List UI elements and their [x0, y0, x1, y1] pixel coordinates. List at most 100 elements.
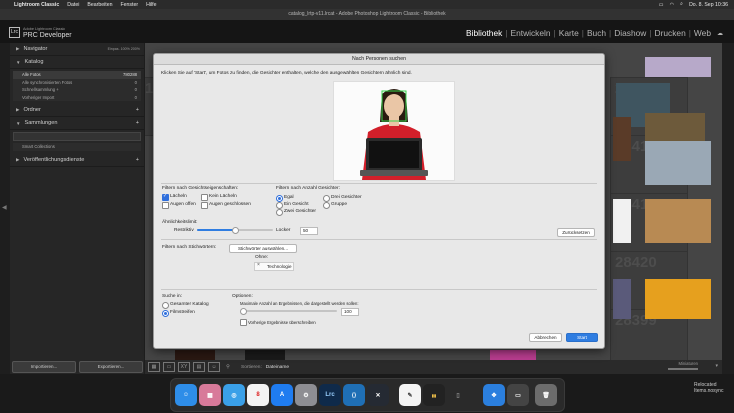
max-results-slider-track[interactable] [241, 310, 337, 312]
catalog-item-all-photos[interactable]: Alle Fotos 780288 [13, 71, 141, 79]
checkbox-smiling[interactable] [162, 193, 169, 201]
people-view-icon[interactable]: ☺ [208, 362, 220, 372]
catalog-item-label: Vorheriger Import [22, 94, 55, 100]
module-bibliothek[interactable]: Bibliothek [463, 28, 505, 38]
max-results-field[interactable]: 100 [341, 308, 359, 316]
cell-number: 28420 [615, 254, 657, 271]
radio-any[interactable] [276, 195, 283, 202]
radio-group[interactable] [323, 202, 330, 209]
collection-item-smart[interactable]: Smart Collections [13, 143, 141, 151]
app-store-icon[interactable]: A [271, 384, 293, 406]
cpu-monitor-icon[interactable]: ▮▮ [423, 384, 445, 406]
downloads-folder-icon[interactable]: ✥ [483, 384, 505, 406]
grid-view-icon[interactable]: ▦ [148, 362, 160, 372]
thumbnail-image[interactable] [613, 279, 631, 319]
collection-filter-input[interactable] [13, 132, 141, 142]
radio-one-face[interactable] [276, 202, 283, 209]
battery-icon[interactable]: ▭ [659, 2, 664, 8]
module-drucken[interactable]: Drucken [652, 28, 689, 38]
menu-item-datei[interactable]: Datei [67, 2, 79, 8]
module-entwickeln[interactable]: Entwickeln [508, 28, 554, 38]
wifi-icon[interactable]: ◠ [670, 2, 675, 8]
desktop-file-label[interactable]: Relocated Items.nosync [694, 382, 723, 394]
catalog-item-synced[interactable]: Alle synchronisierten Fotos 0 [13, 78, 141, 87]
screenshots-stack-icon[interactable]: ▭ [507, 384, 529, 406]
start-button[interactable]: Start [566, 333, 598, 342]
collections-header[interactable]: ▼ Sammlungen + [10, 117, 144, 131]
thumbnail-image[interactable] [490, 350, 536, 360]
survey-view-icon[interactable]: ▤ [193, 362, 205, 372]
thumbnail-image[interactable] [175, 350, 215, 360]
menu-item-bearbeiten[interactable]: Bearbeiten [87, 2, 112, 8]
menu-item-fenster[interactable]: Fenster [120, 2, 138, 8]
thumbnail-image[interactable] [613, 199, 631, 243]
radio-filmstrip[interactable] [162, 310, 169, 317]
checkbox-eyes-open[interactable] [162, 202, 169, 209]
vscode-icon[interactable]: ⟨⟩ [343, 384, 365, 406]
add-folder-icon[interactable]: + [136, 107, 139, 113]
add-collection-icon[interactable]: + [136, 120, 139, 126]
strict-label: Restriktiv [174, 228, 194, 233]
checkbox-not-smiling[interactable] [201, 194, 208, 201]
calendar-icon[interactable]: 8 [247, 384, 269, 406]
radio-two-faces[interactable] [276, 209, 283, 216]
import-button[interactable]: Importieren... [12, 361, 76, 373]
keyword-tag[interactable]: × Technologie [254, 262, 294, 271]
thumbnail-image[interactable] [613, 117, 631, 161]
publish-header[interactable]: ▶ Veröffentlichungsdienste + [10, 154, 144, 167]
catalog-item-previous-import[interactable]: Vorheriger Import 0 [13, 93, 141, 102]
remove-tag-icon[interactable]: × [257, 262, 260, 268]
cancel-button[interactable]: Abbrechen [529, 333, 562, 342]
navigator-header[interactable]: ▶ Navigator Einpas. 100% 200% [10, 43, 144, 56]
zoom-200[interactable]: 200% [131, 47, 140, 51]
radio-three-faces[interactable] [323, 195, 330, 202]
safari-icon[interactable]: ◎ [223, 384, 245, 406]
menu-item-hilfe[interactable]: Hilfe [146, 2, 156, 8]
menu-app[interactable]: Lightroom Classic [14, 2, 59, 8]
add-publish-icon[interactable]: + [136, 157, 139, 163]
cloud-icon[interactable]: ☁ [714, 30, 726, 37]
module-buch[interactable]: Buch [584, 28, 609, 38]
textedit-icon[interactable]: ✎ [399, 384, 421, 406]
thumbnail-size-slider[interactable] [668, 368, 698, 370]
export-button[interactable]: Exportieren... [79, 361, 143, 373]
thumbnail-image[interactable] [645, 199, 711, 243]
similarity-slider-thumb[interactable] [232, 227, 239, 234]
clock[interactable]: Do. 8. Sep 10:36 [689, 2, 728, 8]
loupe-view-icon[interactable]: ▭ [163, 362, 175, 372]
label-one-face: Ein Gesicht [284, 202, 309, 207]
zoom-fit[interactable]: Einpas. [108, 47, 120, 51]
compare-view-icon[interactable]: XY [178, 362, 190, 372]
search-icon[interactable]: ⌕ [680, 1, 683, 8]
left-panel-toggle-icon[interactable]: ◀ [2, 204, 7, 211]
thumbnail-image[interactable] [645, 279, 711, 319]
module-diashow[interactable]: Diashow [611, 28, 649, 38]
toolbar-menu-icon[interactable]: ▾ [715, 363, 718, 369]
module-web[interactable]: Web [691, 28, 714, 38]
sort-select[interactable]: Dateiname [266, 365, 289, 370]
checkbox-overwrite[interactable] [240, 319, 247, 326]
zoom-100[interactable]: 100% [121, 47, 130, 51]
max-results-slider-thumb[interactable] [240, 308, 247, 315]
thumbnail-image[interactable] [245, 350, 285, 360]
checkbox-eyes-closed[interactable] [201, 202, 208, 209]
spray-icon[interactable]: ⚲ [223, 363, 233, 371]
lightroom-classic-icon[interactable]: Lrc [319, 384, 341, 406]
similarity-value-field[interactable]: 50 [300, 227, 318, 235]
reset-button[interactable]: Zurücksetzen [557, 228, 595, 237]
trash-icon[interactable]: 🗑 [535, 384, 557, 406]
xcode-icon[interactable]: ✕ [367, 384, 389, 406]
choose-keywords-button[interactable]: Stichwörter auswählen... [229, 244, 297, 253]
launchpad-icon[interactable]: ▦ [199, 384, 221, 406]
search-in-label: Suche in: [162, 294, 183, 299]
thumbnail-image[interactable] [645, 141, 711, 185]
system-settings-icon[interactable]: ⚙ [295, 384, 317, 406]
radio-whole-catalog[interactable] [162, 302, 169, 309]
script-icon[interactable]: ▯ [447, 384, 469, 406]
finder-icon[interactable]: ☺ [175, 384, 197, 406]
thumbnail-image[interactable] [645, 57, 711, 77]
catalog-header[interactable]: ▼ Katalog [10, 56, 144, 69]
folders-header[interactable]: ▶ Ordner + [10, 104, 144, 118]
catalog-item-quick-collection[interactable]: Schnellsammlung + 0 [13, 86, 141, 94]
module-karte[interactable]: Karte [556, 28, 582, 38]
